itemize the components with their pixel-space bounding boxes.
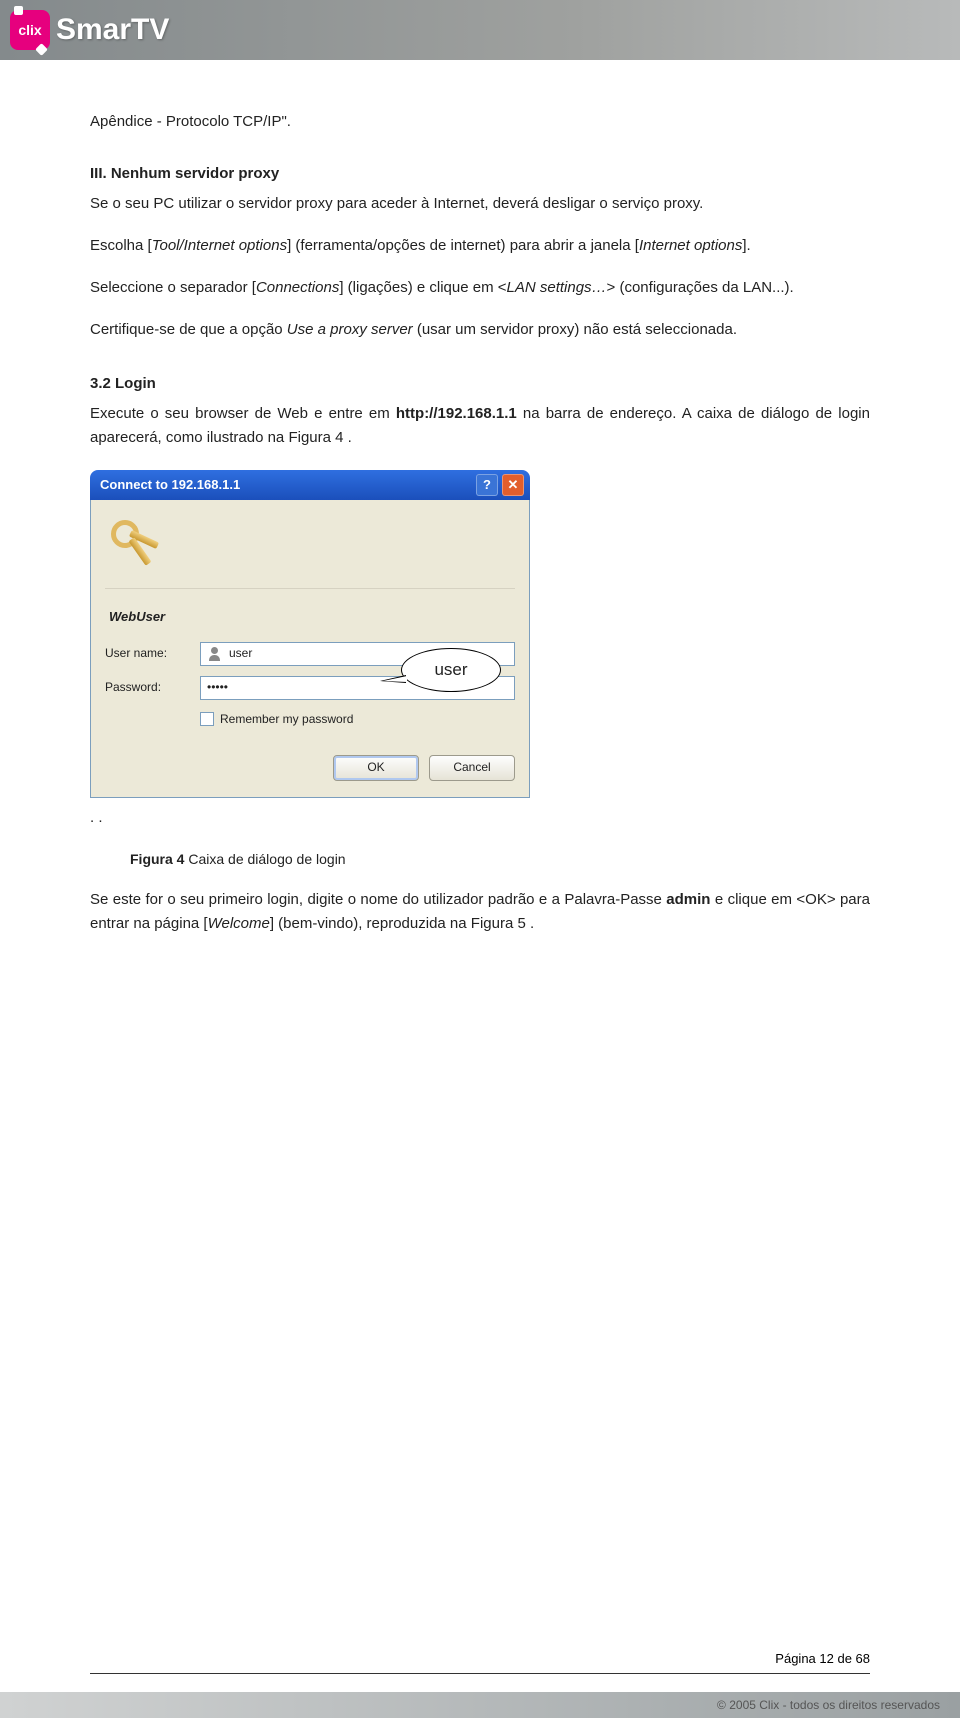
heading-iii: III. Nenhum servidor proxy <box>90 162 870 186</box>
username-label: User name: <box>105 644 200 663</box>
password-value: ••••• <box>207 678 228 697</box>
t: OK <box>367 758 384 777</box>
t: ] (ligações) e clique em < <box>339 279 506 296</box>
t: (usar um servidor proxy) não está selecc… <box>413 321 737 338</box>
t: admin <box>666 891 710 908</box>
p-execute: Execute o seu browser de Web e entre em … <box>90 402 870 450</box>
username-value: user <box>229 644 252 663</box>
remember-checkbox[interactable] <box>200 712 214 726</box>
ok-button[interactable]: OK <box>333 755 419 781</box>
t: Certifique-se de que a opção <box>90 321 287 338</box>
t: Se este for o seu primeiro login, digite… <box>90 891 666 908</box>
dialog-site-label: WebUser <box>105 607 515 628</box>
logo-text: SmarTV <box>56 13 169 47</box>
close-icon: ✕ <box>508 475 519 496</box>
cancel-button[interactable]: Cancel <box>429 755 515 781</box>
close-button[interactable]: ✕ <box>502 474 524 496</box>
t: Escolha [ <box>90 237 152 254</box>
ellipsis-dots: . . <box>90 806 870 830</box>
callout-bubble: user <box>401 648 501 692</box>
p-primeiro-login: Se este for o seu primeiro login, digite… <box>90 888 870 936</box>
page-content: Apêndice - Protocolo TCP/IP". III. Nenhu… <box>0 60 960 936</box>
logo-badge-text: clix <box>18 22 41 38</box>
p-proxy-intro: Se o seu PC utilizar o servidor proxy pa… <box>90 192 870 216</box>
copyright: © 2005 Clix - todos os direitos reservad… <box>717 1698 940 1712</box>
p-certifique: Certifique-se de que a opção Use a proxy… <box>90 318 870 342</box>
p-escolha: Escolha [Tool/Internet options] (ferrame… <box>90 234 870 258</box>
p-appendix: Apêndice - Protocolo TCP/IP". <box>90 110 870 134</box>
dialog-body: WebUser User name: user Password: ••••• … <box>90 500 530 798</box>
heading-3-2: 3.2 Login <box>90 372 870 396</box>
help-button[interactable]: ? <box>476 474 498 496</box>
t: Welcome <box>208 915 270 932</box>
remember-row: Remember my password <box>200 710 515 729</box>
t: Use a proxy server <box>287 321 413 338</box>
t: ] (bem-vindo), reproduzida na Figura 5 . <box>270 915 534 932</box>
t: Connections <box>256 279 339 296</box>
help-icon: ? <box>483 475 491 496</box>
remember-label: Remember my password <box>220 710 353 729</box>
footer-divider <box>90 1673 870 1674</box>
doc-header: clix SmarTV <box>0 0 960 60</box>
logo: clix SmarTV <box>10 10 169 50</box>
dialog-titlebar: Connect to 192.168.1.1 ? ✕ <box>90 470 530 500</box>
t: Execute o seu browser de Web e entre em <box>90 405 396 422</box>
page-number: Página 12 de 68 <box>775 1651 870 1666</box>
doc-footer: © 2005 Clix - todos os direitos reservad… <box>0 1692 960 1718</box>
t: Caixa de diálogo de login <box>184 851 345 867</box>
callout-text: user <box>434 656 467 683</box>
login-dialog: Connect to 192.168.1.1 ? ✕ WebUser User … <box>90 470 530 798</box>
p-seleccione: Seleccione o separador [Connections] (li… <box>90 276 870 300</box>
t: ] (ferramenta/opções de internet) para a… <box>287 237 639 254</box>
t: > (configurações da LAN...). <box>607 279 794 296</box>
t: LAN settings… <box>507 279 607 296</box>
t: Seleccione o separador [ <box>90 279 256 296</box>
keys-icon <box>111 520 163 568</box>
dialog-buttons: OK Cancel <box>105 755 515 781</box>
dialog-title: Connect to 192.168.1.1 <box>100 475 472 496</box>
password-label: Password: <box>105 678 200 697</box>
dialog-icon-row <box>105 514 515 589</box>
t: Internet options <box>639 237 742 254</box>
logo-badge-icon: clix <box>10 10 50 50</box>
figure-4-caption: Figura 4 Caixa de diálogo de login <box>130 848 870 870</box>
t: Cancel <box>453 758 490 777</box>
t: http://192.168.1.1 <box>396 405 517 422</box>
t: Figura 4 <box>130 851 184 867</box>
t: Tool/Internet options <box>152 237 287 254</box>
user-icon <box>207 647 223 661</box>
t: ]. <box>742 237 750 254</box>
